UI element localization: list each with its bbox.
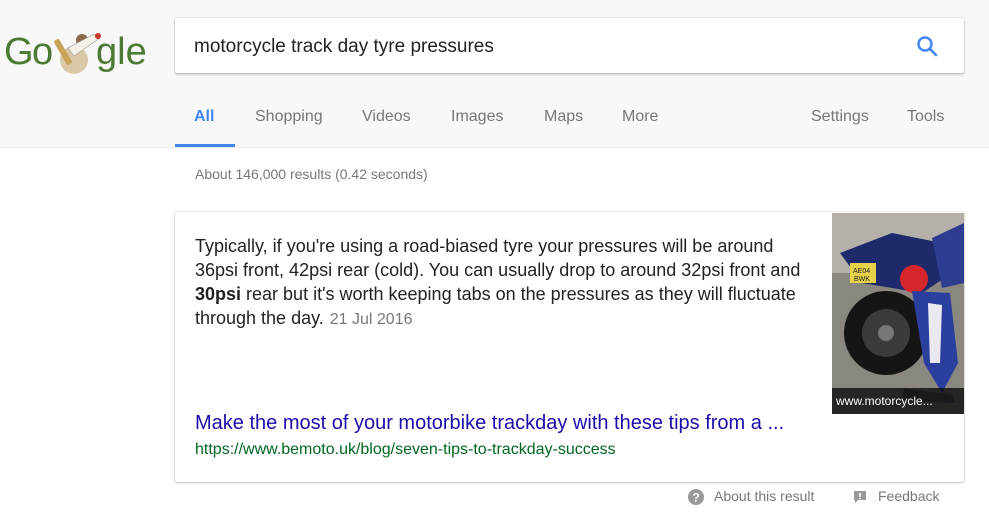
tab-shopping[interactable]: Shopping xyxy=(255,108,323,126)
result-url: https://www.bemoto.uk/blog/seven-tips-to… xyxy=(195,441,616,458)
snippet-text-part: Typically, if you're using a road-biased… xyxy=(195,236,801,280)
motorcycle-image: AE04 BWK xyxy=(832,213,964,414)
featured-snippet-card: Typically, if you're using a road-biased… xyxy=(175,212,964,482)
feedback-link[interactable]: Feedback xyxy=(852,488,939,505)
search-box[interactable] xyxy=(175,18,964,73)
header: G o gle All Shopping Videos Images Maps … xyxy=(0,0,989,148)
about-this-result-link[interactable]: ? About this result xyxy=(688,488,815,506)
search-tabs: All Shopping Videos Images Maps More Set… xyxy=(0,100,989,147)
help-icon: ? xyxy=(688,489,704,506)
svg-text:G: G xyxy=(4,31,34,73)
svg-text:?: ? xyxy=(692,491,699,505)
about-this-result-label: About this result xyxy=(714,488,815,504)
tab-maps[interactable]: Maps xyxy=(544,108,583,126)
doodle-illustration xyxy=(54,33,101,74)
tab-all[interactable]: All xyxy=(194,108,214,126)
svg-text:BWK: BWK xyxy=(854,276,870,283)
feedback-label: Feedback xyxy=(878,488,940,504)
thumbnail-caption: www.motorcycle... xyxy=(832,388,964,414)
snippet-text: Typically, if you're using a road-biased… xyxy=(195,234,815,332)
search-input[interactable] xyxy=(194,35,874,59)
snippet-bold-text: 30psi xyxy=(195,284,242,304)
result-stats: About 146,000 results (0.42 seconds) xyxy=(195,166,428,182)
result-title-link[interactable]: Make the most of your motorbike trackday… xyxy=(195,412,784,435)
search-icon[interactable] xyxy=(915,34,939,58)
tab-settings[interactable]: Settings xyxy=(811,108,869,126)
tab-videos[interactable]: Videos xyxy=(362,108,411,126)
active-tab-indicator xyxy=(175,144,235,147)
snippet-date: 21 Jul 2016 xyxy=(329,311,413,328)
snippet-thumbnail[interactable]: AE04 BWK www.motorcycle... xyxy=(832,213,964,414)
tab-more[interactable]: More xyxy=(622,108,658,126)
svg-text:gle: gle xyxy=(96,31,147,73)
tab-images[interactable]: Images xyxy=(451,108,503,126)
feedback-icon xyxy=(854,491,866,504)
svg-text:AE04: AE04 xyxy=(853,268,870,275)
svg-text:o: o xyxy=(32,31,53,73)
tab-tools[interactable]: Tools xyxy=(907,108,944,126)
google-doodle-logo[interactable]: G o gle xyxy=(4,28,150,76)
snippet-text-part: rear but it's worth keeping tabs on the … xyxy=(195,284,796,328)
